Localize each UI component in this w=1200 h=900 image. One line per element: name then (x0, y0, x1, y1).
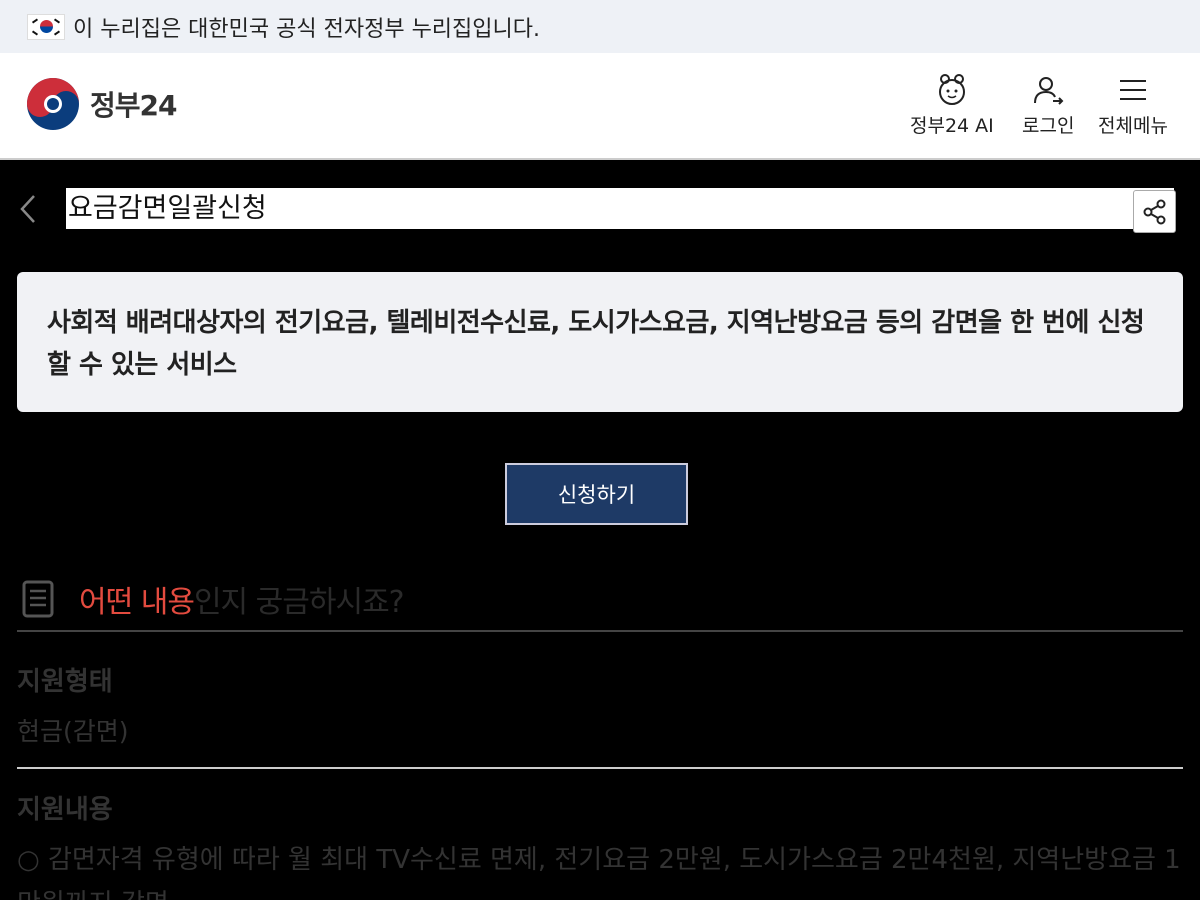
support-type-value: 현금(감면) (17, 717, 129, 746)
chevron-left-icon (20, 195, 35, 223)
section-title-rest: 인지 궁금하시죠? (193, 585, 405, 620)
section-heading: 어떤 내용 인지 궁금하시죠? (17, 568, 1183, 632)
taeguk-logo-icon (27, 78, 79, 130)
page-title: 요금감면일괄신청 (66, 188, 1174, 229)
share-button[interactable] (1133, 190, 1176, 233)
gov24-logo[interactable]: 정부24 (26, 77, 177, 131)
document-icon (22, 580, 54, 618)
support-content-label: 지원내용 (17, 795, 113, 825)
ai-mascot-icon (938, 74, 965, 105)
divider (17, 767, 1183, 769)
nav-login-button[interactable]: 로그인 (1022, 73, 1074, 138)
support-content-value: ○ 감면자격 유형에 따라 월 최대 TV수신료 면제, 전기요금 2만원, 도… (17, 845, 1181, 900)
page-title-bar: 요금감면일괄신청 (0, 162, 1200, 252)
nav-ai-button[interactable]: 정부24 AI (910, 73, 994, 138)
site-header: 정부24 정부24 AI 로그인 전체메뉴 (0, 53, 1200, 160)
nav-menu-button[interactable]: 전체메뉴 (1098, 73, 1168, 138)
back-button[interactable] (16, 192, 40, 230)
login-user-icon (1034, 77, 1064, 105)
apply-button[interactable]: 신청하기 (505, 463, 688, 525)
share-icon (1143, 199, 1165, 224)
korea-flag-icon (27, 13, 65, 40)
nav-menu-label: 전체메뉴 (1098, 115, 1168, 137)
logo-text: 정부24 (90, 89, 177, 122)
gov-banner: 이 누리집은 대한민국 공식 전자정부 누리집입니다. (0, 0, 1200, 53)
support-type-label: 지원형태 (17, 667, 113, 697)
section-title-highlight: 어떤 내용 (79, 585, 195, 620)
nav-ai-label: 정부24 AI (910, 115, 994, 137)
hamburger-menu-icon (1119, 80, 1146, 100)
gov-banner-text: 이 누리집은 대한민국 공식 전자정부 누리집입니다. (73, 16, 541, 42)
nav-login-label: 로그인 (1022, 115, 1075, 137)
service-description-card: 사회적 배려대상자의 전기요금, 텔레비전수신료, 도시가스요금, 지역난방요금… (17, 272, 1183, 412)
service-description: 사회적 배려대상자의 전기요금, 텔레비전수신료, 도시가스요금, 지역난방요금… (47, 308, 1145, 380)
